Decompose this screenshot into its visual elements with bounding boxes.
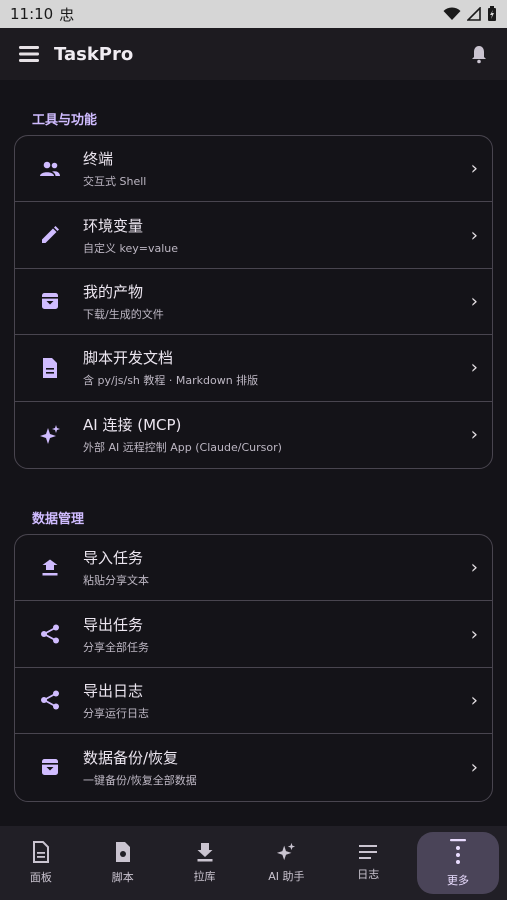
chevron-right-icon: ›: [470, 623, 478, 645]
panel-icon: [32, 841, 49, 863]
chevron-right-icon: ›: [470, 158, 478, 180]
menu-item-label: 环境变量: [83, 216, 144, 235]
chevron-right-icon: ›: [470, 290, 478, 312]
nav-item-logs[interactable]: 日志: [327, 832, 409, 894]
sparkle-icon: [39, 424, 61, 446]
menu-item-label: 导出任务: [83, 615, 144, 634]
menu-item-subtitle: 分享运行日志: [83, 706, 149, 720]
bell-icon[interactable]: [469, 44, 489, 64]
menu-item-subtitle: 下载/生成的文件: [83, 307, 164, 321]
wifi-icon: [443, 7, 461, 20]
nav-item-pull-repo[interactable]: 拉库: [164, 832, 246, 894]
bottom-nav: 面板 脚本 拉库 AI 助手 日志 更多: [0, 826, 507, 900]
menu-item-label: 数据备份/恢复: [83, 748, 179, 767]
nav-label: 更多: [447, 874, 470, 887]
script-icon: [115, 842, 130, 862]
nav-label: 面板: [29, 871, 52, 884]
pencil-icon: [39, 224, 61, 246]
people-icon: [39, 158, 61, 180]
share-icon: [39, 689, 61, 711]
menu-item-label: 脚本开发文档: [83, 349, 174, 368]
menu-item-label: 导出日志: [83, 681, 144, 700]
status-time: 11:10: [10, 5, 54, 23]
nav-label: 脚本: [111, 871, 134, 884]
list-icon: [359, 845, 378, 859]
nav-item-more[interactable]: 更多: [417, 832, 499, 894]
menu-item-script-docs[interactable]: 脚本开发文档 含 py/js/sh 教程 · Markdown 排版 ›: [15, 335, 492, 402]
nav-label: 拉库: [193, 870, 216, 883]
archive-icon: [39, 756, 61, 778]
menu-item-import-tasks[interactable]: 导入任务 粘贴分享文本 ›: [15, 535, 492, 602]
sparkle-icon: [277, 842, 296, 861]
chevron-right-icon: ›: [470, 689, 478, 711]
menu-icon[interactable]: [18, 44, 40, 64]
nav-label: AI 助手: [268, 870, 305, 883]
nav-item-panel[interactable]: 面板: [0, 832, 82, 894]
menu-item-subtitle: 交互式 Shell: [83, 175, 147, 189]
nav-item-ai-assistant[interactable]: AI 助手: [245, 832, 327, 894]
chevron-right-icon: ›: [470, 224, 478, 246]
status-bar: 11:10 忠: [0, 0, 507, 28]
share-icon: [39, 623, 61, 645]
chevron-right-icon: ›: [470, 557, 478, 579]
chevron-right-icon: ›: [470, 357, 478, 379]
menu-item-label: AI 连接 (MCP): [83, 416, 182, 435]
more-icon: [450, 839, 467, 864]
section-title-data: 数据管理: [32, 512, 85, 527]
menu-item-env-vars[interactable]: 环境变量 自定义 key=value ›: [15, 202, 492, 269]
chevron-right-icon: ›: [470, 424, 478, 446]
menu-item-subtitle: 粘贴分享文本: [83, 574, 149, 588]
main-content: 工具与功能 终端 交互式 Shell › 环境变量 自定义 key=value …: [0, 80, 507, 826]
app-bar: TaskPro: [0, 28, 507, 80]
menu-item-label: 我的产物: [83, 282, 144, 301]
menu-item-subtitle: 一键备份/恢复全部数据: [83, 773, 197, 787]
menu-item-subtitle: 外部 AI 远程控制 App (Claude/Cursor): [83, 441, 282, 455]
signal-icon: [467, 7, 481, 21]
menu-item-export-tasks[interactable]: 导出任务 分享全部任务 ›: [15, 601, 492, 668]
menu-item-label: 导入任务: [83, 549, 144, 568]
document-icon: [39, 357, 61, 379]
data-card: 导入任务 粘贴分享文本 › 导出任务 分享全部任务 › 导出日志 分享运行日志 …: [14, 534, 493, 802]
menu-item-ai-mcp[interactable]: AI 连接 (MCP) 外部 AI 远程控制 App (Claude/Curso…: [15, 402, 492, 468]
chevron-right-icon: ›: [470, 756, 478, 778]
battery-icon: [488, 6, 496, 21]
menu-item-terminal[interactable]: 终端 交互式 Shell ›: [15, 136, 492, 203]
app-title: TaskPro: [54, 43, 134, 65]
menu-item-subtitle: 分享全部任务: [83, 640, 149, 654]
download-icon: [197, 843, 213, 862]
menu-item-artifacts[interactable]: 我的产物 下载/生成的文件 ›: [15, 269, 492, 336]
tools-card: 终端 交互式 Shell › 环境变量 自定义 key=value › 我的产物…: [14, 135, 493, 469]
menu-item-backup-restore[interactable]: 数据备份/恢复 一键备份/恢复全部数据 ›: [15, 734, 492, 800]
carrier-glyph: 忠: [59, 5, 75, 24]
upload-icon: [39, 557, 61, 579]
nav-label: 日志: [357, 868, 380, 881]
menu-item-subtitle: 自定义 key=value: [83, 241, 179, 255]
menu-item-subtitle: 含 py/js/sh 教程 · Markdown 排版: [83, 374, 259, 388]
nav-item-scripts[interactable]: 脚本: [82, 832, 164, 894]
archive-icon: [39, 290, 61, 312]
section-title-tools: 工具与功能: [32, 113, 98, 128]
menu-item-export-logs[interactable]: 导出日志 分享运行日志 ›: [15, 668, 492, 735]
menu-item-label: 终端: [83, 150, 114, 169]
status-icons: [443, 6, 497, 22]
